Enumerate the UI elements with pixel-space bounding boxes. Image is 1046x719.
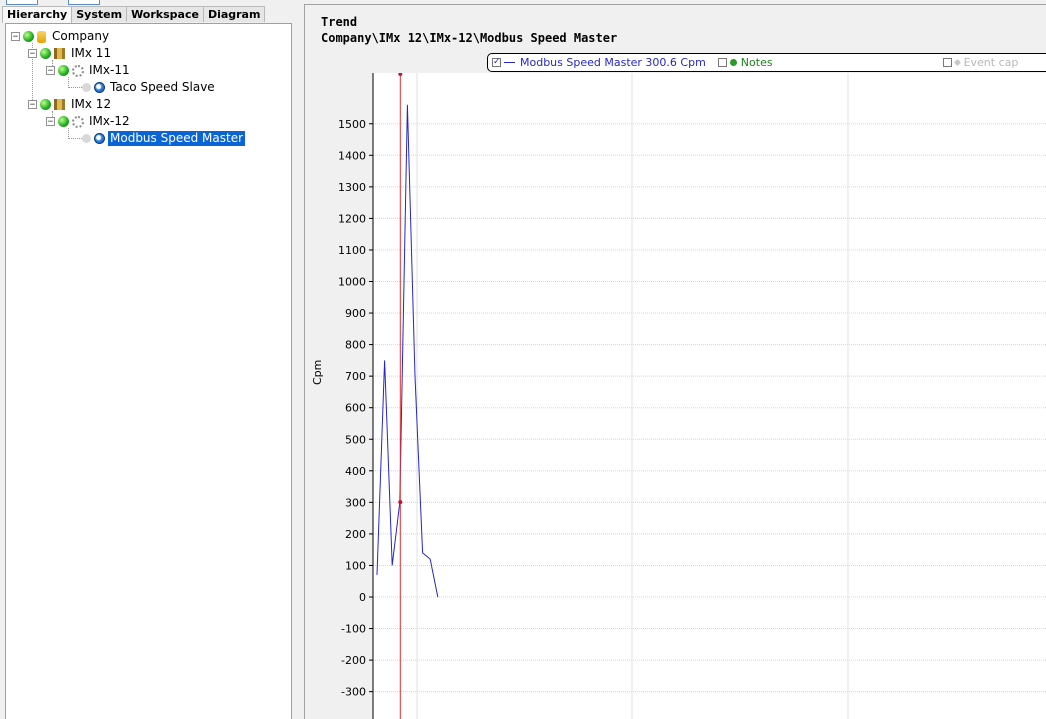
tree-node-modbus-speed-master[interactable]: Modbus Speed Master <box>82 130 246 147</box>
legend-item-series[interactable]: ✓ Modbus Speed Master 300.6 Cpm <box>492 56 706 69</box>
top-tab-stub-1[interactable] <box>6 0 38 5</box>
y-tick-label: 1100 <box>338 244 366 257</box>
trend-panel: Trend Company\IMx 12\IMx-12\Modbus Speed… <box>304 4 1046 719</box>
y-tick-label: 500 <box>345 433 366 446</box>
status-unknown-icon <box>82 83 91 92</box>
collapse-toggle-icon[interactable]: − <box>11 32 20 42</box>
tab-diagram[interactable]: Diagram <box>202 6 266 22</box>
event-diamond-icon <box>953 58 961 67</box>
y-tick-label: 1300 <box>338 181 366 194</box>
y-tick-label: 600 <box>345 402 366 415</box>
notes-dot-icon <box>729 59 737 66</box>
tree-connector <box>68 87 82 88</box>
y-tick-label: 1000 <box>338 276 366 289</box>
trend-title: Trend <box>321 15 358 29</box>
legend-item-notes[interactable]: Notes <box>717 56 773 69</box>
legend-notes-label: Notes <box>740 56 773 69</box>
tree-node-label: IMx-12 <box>89 114 130 128</box>
measurement-point-icon <box>94 82 105 93</box>
tree-node-imx12-device[interactable]: − IMx-12 <box>46 113 132 130</box>
events-checkbox[interactable] <box>942 58 952 67</box>
tree-node-taco-speed-slave[interactable]: Taco Speed Slave <box>82 79 217 96</box>
tree-node-label: Company <box>52 29 110 43</box>
left-tab-bar: Hierarchy System Workspace Diagram <box>2 6 266 23</box>
status-unknown-icon <box>82 134 91 143</box>
status-ok-icon <box>58 65 69 76</box>
cursor-point <box>398 500 403 505</box>
legend-events-label: Event cap <box>963 56 1019 69</box>
y-tick-label: 900 <box>345 307 366 320</box>
device-gear-icon <box>72 115 84 128</box>
collapse-toggle-icon[interactable]: − <box>28 49 37 59</box>
top-tab-stub-2[interactable] <box>68 0 100 5</box>
tree-connector <box>68 138 82 139</box>
legend-series-label: Modbus Speed Master 300.6 Cpm <box>520 56 706 69</box>
hierarchy-panel: − Company − IMx 11 − IMx-11 Taco Speed S… <box>5 23 292 719</box>
collapse-toggle-icon[interactable]: − <box>46 66 55 76</box>
tab-hierarchy[interactable]: Hierarchy <box>2 6 73 23</box>
y-tick-label: 1400 <box>338 149 366 162</box>
machine-icon <box>54 48 65 59</box>
y-tick-label: 100 <box>345 559 366 572</box>
y-tick-label: 300 <box>345 496 366 509</box>
database-icon <box>37 30 46 43</box>
status-ok-icon <box>58 116 69 127</box>
tree-node-label: IMx 12 <box>71 97 112 111</box>
legend-item-events[interactable]: Event cap <box>942 56 1019 69</box>
tree-node-imx11[interactable]: − IMx 11 <box>28 45 113 62</box>
status-ok-icon <box>40 48 51 59</box>
y-tick-label: -200 <box>341 654 366 667</box>
tab-workspace[interactable]: Workspace <box>126 6 204 22</box>
collapse-toggle-icon[interactable]: − <box>46 117 55 127</box>
machine-icon <box>54 99 65 110</box>
trend-chart[interactable]: 1500140013001200110010009008007006005004… <box>305 73 1046 719</box>
tree-node-imx12[interactable]: − IMx 12 <box>28 96 113 113</box>
y-tick-label: -100 <box>341 623 366 636</box>
tree-node-label: Taco Speed Slave <box>110 80 215 94</box>
y-tick-label: 1200 <box>338 212 366 225</box>
tree-node-label: IMx 11 <box>71 46 112 60</box>
tree-node-label-selected: Modbus Speed Master <box>108 131 246 146</box>
measurement-point-icon <box>94 133 105 144</box>
y-tick-label: 1500 <box>338 118 366 131</box>
status-ok-icon <box>23 31 34 42</box>
y-tick-label: 400 <box>345 465 366 478</box>
device-gear-icon <box>72 64 84 77</box>
tab-system[interactable]: System <box>71 6 128 22</box>
trend-path: Company\IMx 12\IMx-12\Modbus Speed Maste… <box>321 31 618 45</box>
tree-node-label: IMx-11 <box>89 63 130 77</box>
status-ok-icon <box>40 99 51 110</box>
y-tick-label: 200 <box>345 528 366 541</box>
tree-node-company[interactable]: − Company <box>11 28 111 45</box>
notes-checkbox[interactable] <box>717 58 727 67</box>
hierarchy-tree: − Company − IMx 11 − IMx-11 Taco Speed S… <box>6 24 291 719</box>
y-tick-label: 0 <box>359 591 366 604</box>
series-line-swatch <box>504 62 515 63</box>
y-tick-label: 700 <box>345 370 366 383</box>
chart-legend: ✓ Modbus Speed Master 300.6 Cpm Notes Ev… <box>487 53 1046 72</box>
y-tick-label: 800 <box>345 339 366 352</box>
tree-node-imx11-device[interactable]: − IMx-11 <box>46 62 132 79</box>
y-tick-label: -300 <box>341 686 366 699</box>
collapse-toggle-icon[interactable]: − <box>28 100 37 110</box>
plot-area <box>373 73 1046 719</box>
series-checkbox[interactable]: ✓ <box>492 58 501 67</box>
